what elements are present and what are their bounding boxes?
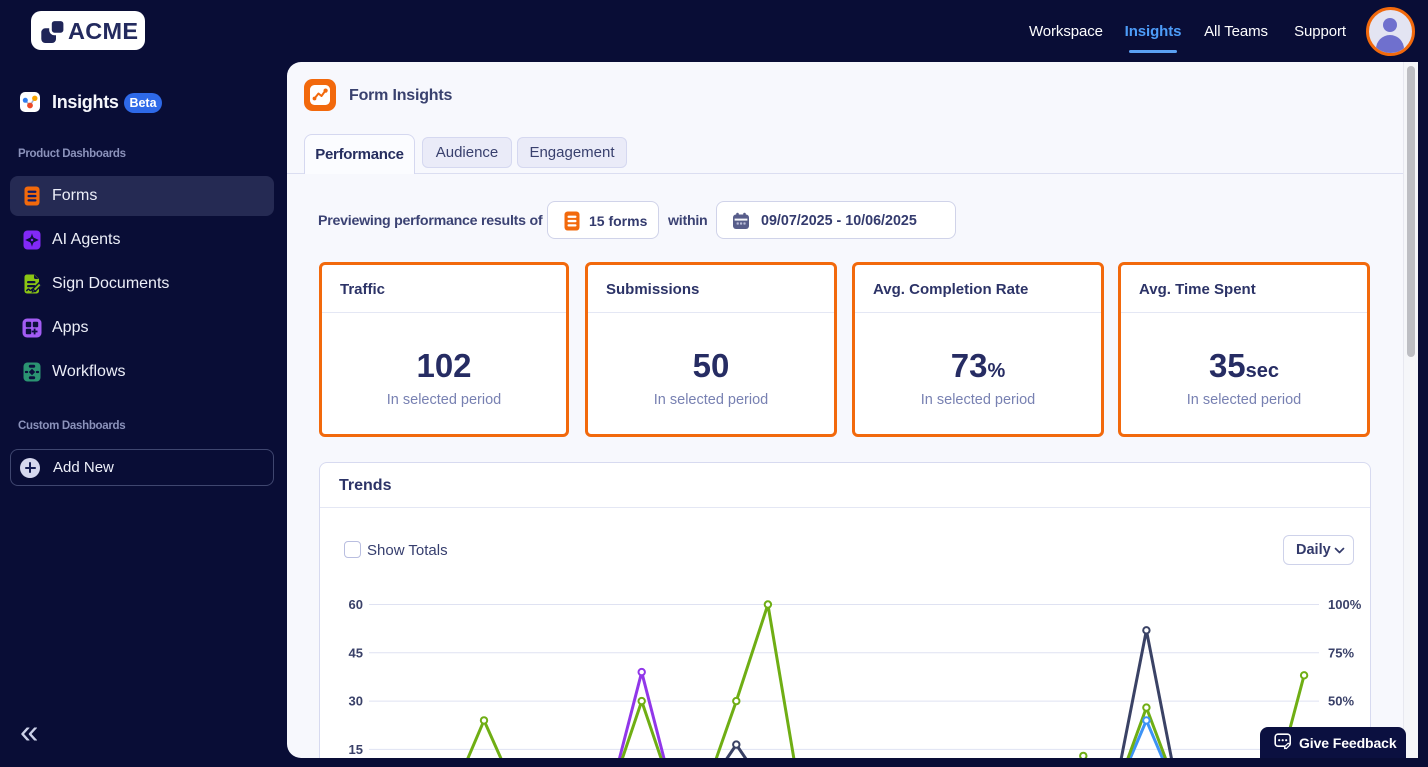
svg-text:30: 30	[349, 694, 363, 709]
svg-text:50%: 50%	[1328, 694, 1354, 709]
svg-text:75%: 75%	[1328, 645, 1354, 660]
svg-text:15: 15	[349, 742, 363, 757]
svg-text:100%: 100%	[1328, 597, 1362, 612]
svg-text:45: 45	[349, 645, 363, 660]
svg-text:60: 60	[349, 597, 363, 612]
